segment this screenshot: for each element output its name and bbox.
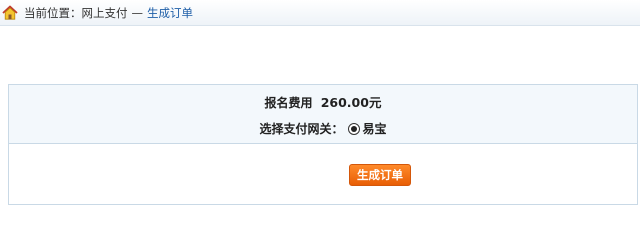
breadcrumb-parent[interactable]: 网上支付 [82, 5, 128, 21]
breadcrumb-location-label: 当前位置： [24, 5, 82, 20]
generate-order-button[interactable]: 生成订单 [349, 164, 411, 186]
breadcrumb: 当前位置： 网上支付 — 生成订单 [0, 0, 640, 26]
gateway-option-label[interactable]: 易宝 [363, 120, 387, 137]
breadcrumb-current: 生成订单 [147, 5, 193, 20]
home-icon[interactable] [2, 5, 18, 21]
breadcrumb-separator: — [131, 5, 144, 20]
order-info-section: 报名费用 260.00元 选择支付网关： 易宝 [9, 85, 637, 144]
gateway-row: 选择支付网关： 易宝 [9, 120, 637, 137]
gateway-radio[interactable] [347, 122, 360, 135]
order-panel: 报名费用 260.00元 选择支付网关： 易宝 生成订单 [8, 84, 638, 205]
fee-label: 报名费用 [264, 96, 313, 110]
gateway-label: 选择支付网关： [259, 122, 344, 136]
fee-amount: 260.00元 [320, 95, 382, 110]
fee-row: 报名费用 260.00元 [9, 92, 637, 111]
